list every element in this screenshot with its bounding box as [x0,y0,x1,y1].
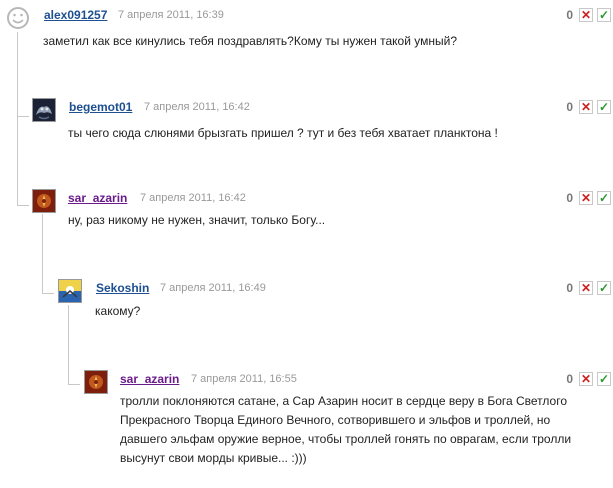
vote-down-icon[interactable]: ✕ [579,191,593,205]
vote-up-icon[interactable]: ✓ [597,8,611,22]
comment-text: какому? [95,304,141,318]
comment-score: 0 [566,100,573,114]
thread-line-level-1 [17,32,18,116]
thread-elbow-level-3 [68,384,80,385]
vote-down-icon[interactable]: ✕ [579,372,593,386]
comment-score: 0 [566,191,573,205]
comment-score: 0 [566,8,573,22]
comment-text: заметил как все кинулись тебя поздравлят… [43,34,457,48]
comment-5: sar_azarin 7 апреля 2011, 16:55 0 ✕ ✓ тр… [84,370,613,465]
comment-author-link[interactable]: alex091257 [44,8,107,22]
thread-line-level-2 [42,214,43,294]
vote-down-icon[interactable]: ✕ [579,8,593,22]
comment-score: 0 [566,372,573,386]
thread-elbow-level-1b [17,205,29,206]
comment-4: Sekoshin 7 апреля 2011, 16:49 0 ✕ ✓ како… [58,279,613,318]
comment-1: alex091257 7 апреля 2011, 16:39 0 ✕ ✓ за… [6,6,613,48]
comment-date: 7 апреля 2011, 16:42 [140,192,246,204]
vote-up-icon[interactable]: ✓ [597,191,611,205]
user-avatar[interactable] [32,189,56,213]
vote-up-icon[interactable]: ✓ [597,281,611,295]
user-avatar[interactable] [84,370,108,394]
comment-author-link[interactable]: begemot01 [69,100,132,114]
user-avatar[interactable] [58,279,82,303]
thread-elbow-level-2 [42,293,54,294]
vote-up-icon[interactable]: ✓ [597,100,611,114]
vote-down-icon[interactable]: ✕ [579,281,593,295]
comment-author-link[interactable]: sar_azarin [120,372,179,386]
comment-author-link[interactable]: sar_azarin [68,191,127,205]
thread-line-level-3 [68,305,69,385]
comment-score: 0 [566,281,573,295]
comment-date: 7 апреля 2011, 16:49 [160,282,266,294]
comment-text: тролли поклоняются сатане, а Сар Азарин … [120,394,572,465]
comment-text: ты чего сюда слюнями брызгать пришел ? т… [68,126,498,140]
default-avatar-icon[interactable] [6,6,30,30]
thread-elbow-level-1 [17,116,29,117]
comment-date: 7 апреля 2011, 16:39 [118,9,224,21]
comment-date: 7 апреля 2011, 16:55 [191,373,297,385]
thread-line-level-1b [17,116,18,206]
comment-text: ну, раз никому не нужен, значит, только … [68,213,326,227]
comment-date: 7 апреля 2011, 16:42 [144,101,250,113]
comment-3: sar_azarin 7 апреля 2011, 16:42 0 ✕ ✓ ну… [32,189,613,227]
comment-2: begemot01 7 апреля 2011, 16:42 0 ✕ ✓ ты … [32,98,613,140]
user-avatar[interactable] [32,98,56,122]
comment-author-link[interactable]: Sekoshin [96,281,149,295]
vote-down-icon[interactable]: ✕ [579,100,593,114]
vote-up-icon[interactable]: ✓ [597,372,611,386]
